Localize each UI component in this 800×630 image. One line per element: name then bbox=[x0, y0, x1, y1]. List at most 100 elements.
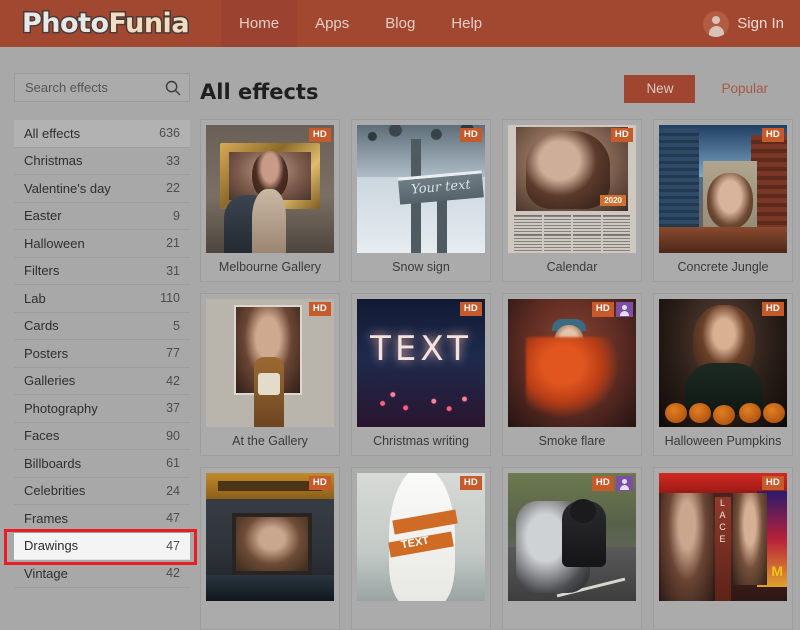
sidebar-item-label: Faces bbox=[24, 428, 60, 444]
sidebar-item-label: Vintage bbox=[24, 565, 68, 581]
sidebar-item-count: 42 bbox=[166, 373, 180, 388]
sidebar-item-galleries[interactable]: Galleries 42 bbox=[14, 368, 190, 395]
effect-card[interactable]: L A C E M HD bbox=[653, 467, 793, 630]
sort-popular-button[interactable]: Popular bbox=[699, 75, 790, 103]
christmas-overlay-text: TEXT bbox=[370, 329, 472, 369]
effect-preview-image: Your text bbox=[357, 125, 485, 253]
search-input[interactable]: Search effects bbox=[14, 73, 190, 102]
nav-item-home[interactable]: Home bbox=[221, 0, 298, 47]
effect-card-label: Calendar bbox=[546, 260, 598, 274]
sidebar-item-count: 21 bbox=[166, 236, 180, 251]
effects-grid: HD Melbourne Gallery Your text HD Snow sign 2… bbox=[200, 119, 793, 630]
sidebar-item-label: Christmas bbox=[24, 153, 83, 169]
main-header: All effects New Popular bbox=[200, 73, 790, 111]
sort-new-button[interactable]: New bbox=[624, 75, 696, 103]
badge-group: HD bbox=[459, 128, 482, 143]
effect-card-label: Christmas writing bbox=[373, 434, 469, 448]
sidebar: Search effects All effects 636 Christmas 33… bbox=[4, 73, 197, 588]
effect-preview-image bbox=[508, 299, 636, 427]
effect-thumbnail: 2020 HD bbox=[508, 125, 636, 253]
effect-card[interactable]: HD bbox=[502, 467, 642, 630]
effect-thumbnail: HD bbox=[508, 299, 636, 427]
effect-card-label: Melbourne Gallery bbox=[218, 260, 322, 274]
sidebar-item-drawings[interactable]: Drawings 47 bbox=[14, 532, 190, 560]
effect-card[interactable]: HD Halloween Pumpkins bbox=[653, 293, 793, 456]
effect-thumbnail: HD bbox=[206, 299, 334, 427]
sidebar-item-photography[interactable]: Photography 37 bbox=[14, 395, 190, 423]
sidebar-item-count: 33 bbox=[166, 153, 180, 168]
effect-thumbnail: HD bbox=[206, 473, 334, 601]
sidebar-item-label: Drawings bbox=[24, 538, 79, 554]
effect-card[interactable]: YOUR TEXT HD bbox=[351, 467, 491, 630]
user-photo-badge-icon bbox=[616, 302, 633, 317]
sidebar-item-posters[interactable]: Posters 77 bbox=[14, 340, 190, 368]
badge-group: HD bbox=[761, 128, 784, 143]
calendar-year-badge: 2020 bbox=[600, 195, 626, 206]
nav-item-blog[interactable]: Blog bbox=[367, 0, 433, 47]
effect-card[interactable]: HD Smoke flare bbox=[502, 293, 642, 456]
sidebar-item-halloween[interactable]: Halloween 21 bbox=[14, 230, 190, 258]
nav-item-apps[interactable]: Apps bbox=[297, 0, 367, 47]
sidebar-item-label: Halloween bbox=[24, 235, 85, 251]
sidebar-item-valentine-s-day[interactable]: Valentine's day 22 bbox=[14, 175, 190, 203]
hd-badge: HD bbox=[308, 302, 331, 317]
sidebar-item-count: 110 bbox=[160, 291, 180, 306]
effect-card[interactable]: TEXT HD Christmas writing bbox=[351, 293, 491, 456]
effect-preview-image bbox=[659, 125, 787, 253]
badge-group: HD bbox=[591, 476, 633, 491]
effect-card[interactable]: HD bbox=[200, 467, 340, 630]
site-logo[interactable]: PhotoFunia bbox=[21, 8, 192, 39]
effect-preview-image bbox=[659, 299, 787, 427]
sidebar-item-label: Easter bbox=[24, 208, 62, 224]
nav-item-help[interactable]: Help bbox=[433, 0, 500, 47]
effect-card-label: Concrete Jungle bbox=[677, 260, 769, 274]
badge-group: HD bbox=[308, 476, 331, 491]
sign-in-button[interactable]: Sign In bbox=[703, 0, 784, 47]
sidebar-item-label: Valentine's day bbox=[24, 180, 111, 196]
badge-group: HD bbox=[459, 302, 482, 317]
effect-card[interactable]: HD Melbourne Gallery bbox=[200, 119, 340, 282]
sidebar-item-frames[interactable]: Frames 47 bbox=[14, 505, 190, 533]
effect-preview-image: LACEM bbox=[659, 473, 787, 601]
badge-group: HD bbox=[761, 476, 784, 491]
effect-thumbnail: HD bbox=[659, 299, 787, 427]
category-list: All effects 636 Christmas 33 Valentine's day… bbox=[4, 120, 197, 588]
sidebar-item-count: 61 bbox=[166, 456, 180, 471]
effect-card[interactable]: HD Concrete Jungle bbox=[653, 119, 793, 282]
badge-group: HD bbox=[591, 302, 633, 317]
sidebar-item-christmas[interactable]: Christmas 33 bbox=[14, 148, 190, 175]
sidebar-item-vintage[interactable]: Vintage 42 bbox=[14, 560, 190, 588]
sidebar-item-faces[interactable]: Faces 90 bbox=[14, 423, 190, 450]
hd-badge: HD bbox=[761, 302, 784, 317]
effect-card[interactable]: 2020 HD Calendar bbox=[502, 119, 642, 282]
sidebar-item-count: 77 bbox=[166, 346, 180, 361]
sidebar-item-lab[interactable]: Lab 110 bbox=[14, 285, 190, 313]
effect-preview-image bbox=[508, 473, 636, 601]
sidebar-item-celebrities[interactable]: Celebrities 24 bbox=[14, 478, 190, 505]
sidebar-item-billboards[interactable]: Billboards 61 bbox=[14, 450, 190, 478]
sidebar-item-count: 24 bbox=[166, 483, 180, 498]
user-avatar-icon bbox=[703, 10, 730, 37]
effect-card[interactable]: Your text HD Snow sign bbox=[351, 119, 491, 282]
effect-card[interactable]: HD At the Gallery bbox=[200, 293, 340, 456]
sidebar-item-label: Posters bbox=[24, 345, 69, 361]
sidebar-item-cards[interactable]: Cards 5 bbox=[14, 313, 190, 340]
effect-card-label: At the Gallery bbox=[232, 434, 308, 448]
hd-badge: HD bbox=[591, 476, 614, 491]
page-title: All effects bbox=[200, 80, 319, 104]
effect-thumbnail: Your text HD bbox=[357, 125, 485, 253]
effect-preview-image bbox=[206, 299, 334, 427]
main-content: All effects New Popular HD Melbourne Gall… bbox=[200, 73, 793, 630]
effect-thumbnail: L A C E M HD bbox=[659, 473, 787, 601]
hd-badge: HD bbox=[610, 128, 633, 143]
search-icon[interactable] bbox=[165, 80, 181, 96]
sidebar-item-filters[interactable]: Filters 31 bbox=[14, 258, 190, 285]
sidebar-item-count: 90 bbox=[166, 428, 180, 443]
logo-text-funia: Funia bbox=[107, 8, 191, 39]
badge-group: HD bbox=[459, 476, 482, 491]
effect-thumbnail: HD bbox=[508, 473, 636, 601]
main-nav-menu: Home Apps Blog Help bbox=[221, 0, 500, 47]
sidebar-item-all-effects[interactable]: All effects 636 bbox=[14, 120, 190, 148]
effect-preview-image: TEXT bbox=[357, 299, 485, 427]
sidebar-item-easter[interactable]: Easter 9 bbox=[14, 203, 190, 230]
